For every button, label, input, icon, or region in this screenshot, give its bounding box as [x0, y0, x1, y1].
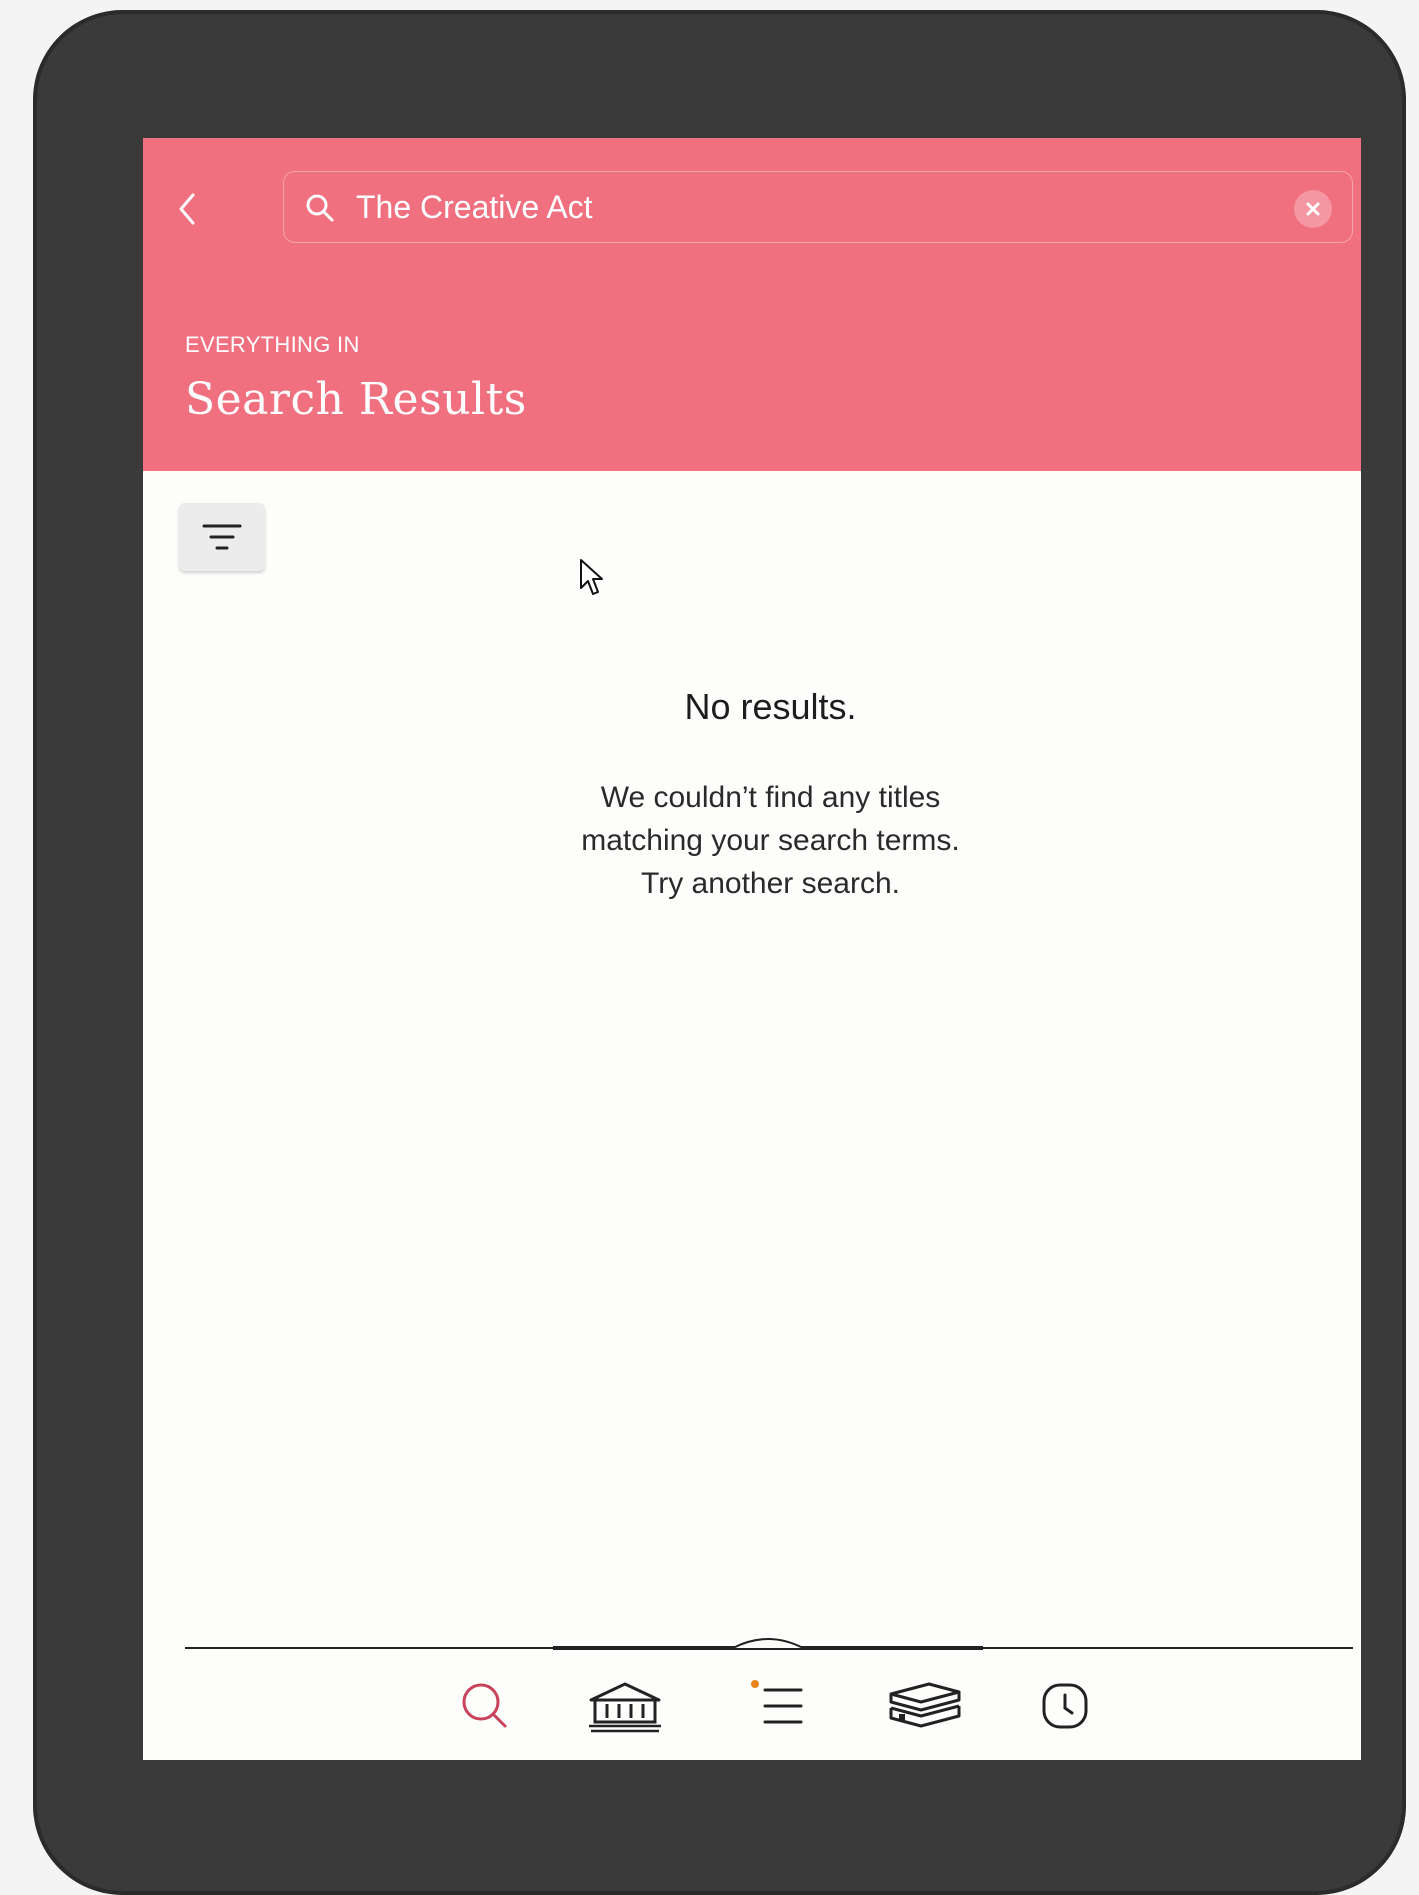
header-eyebrow: EVERYTHING IN — [185, 332, 360, 357]
app-screen: EVERYTHING IN Search Results No results.… — [143, 138, 1361, 1760]
books-stack-icon — [889, 1682, 961, 1728]
library-icon — [589, 1682, 661, 1733]
nav-library[interactable] — [583, 1674, 667, 1738]
clear-search-button[interactable] — [1294, 190, 1332, 228]
search-input[interactable] — [356, 184, 1236, 230]
empty-state-message: We couldn’t find any titles matching you… — [143, 776, 1361, 905]
empty-state-line: We couldn’t find any titles — [600, 781, 941, 814]
nav-menu[interactable] — [733, 1674, 817, 1738]
notification-dot — [751, 1680, 759, 1688]
chevron-left-icon — [179, 193, 195, 225]
filter-icon — [202, 524, 242, 550]
search-box — [283, 171, 1353, 243]
page-title: Search Results — [185, 374, 527, 425]
empty-state-line: Try another search. — [641, 867, 900, 900]
nav-search[interactable] — [443, 1674, 527, 1738]
search-icon — [462, 1683, 507, 1728]
search-icon — [306, 194, 334, 222]
empty-state-title: No results. — [684, 686, 857, 727]
mouse-cursor-icon — [580, 559, 603, 595]
search-header: EVERYTHING IN Search Results — [143, 138, 1361, 471]
back-button[interactable] — [165, 176, 209, 242]
close-icon — [1306, 202, 1320, 216]
empty-state-line: matching your search terms. — [581, 824, 960, 857]
clock-icon — [1042, 1683, 1088, 1729]
filter-button[interactable] — [179, 503, 265, 571]
nav-divider — [185, 1638, 1353, 1650]
menu-list-icon — [751, 1680, 803, 1724]
tablet-frame: EVERYTHING IN Search Results No results.… — [33, 10, 1406, 1895]
nav-history[interactable] — [1023, 1674, 1107, 1738]
nav-my-books[interactable] — [883, 1674, 967, 1738]
bottom-nav — [143, 1628, 1361, 1760]
